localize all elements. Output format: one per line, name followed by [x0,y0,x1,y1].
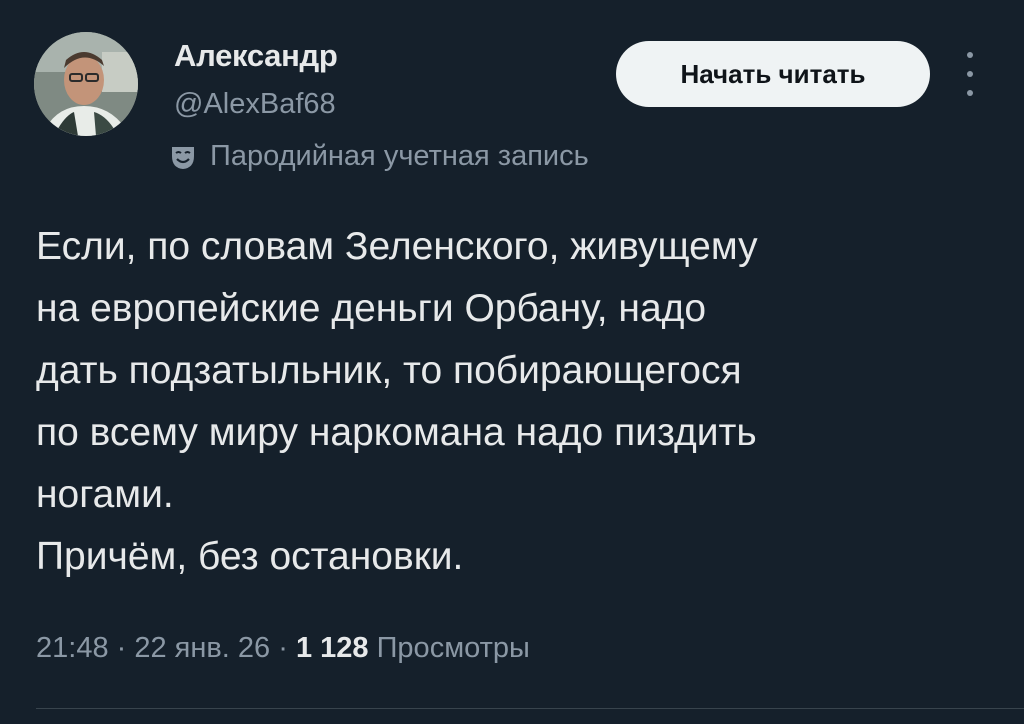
tweet-text-line: Причём, без остановки. [36,535,464,578]
tweet-text-line: Если, по словам Зеленского, живущему [36,225,758,268]
parody-label-text: Пародийная учетная запись [210,140,589,172]
follow-button[interactable]: Начать читать [616,41,930,107]
divider [36,708,1024,709]
meta-separator: · [108,632,135,664]
tweet-text-line: дать подзатыльник, то побирающегося [36,349,742,392]
tweet-meta: 21:48 · 22 янв. 26 · 1 128 Просмотры [36,632,530,665]
tweet-text-line: на европейские деньги Орбану, надо [36,287,707,330]
avatar[interactable] [34,32,138,136]
tweet-date[interactable]: 22 янв. 26 [134,632,270,664]
author-name[interactable]: Александр [174,38,338,74]
meta-separator: · [270,632,296,664]
tweet-text-line: ногами. [36,473,174,516]
tweet-text-line: по всему миру наркомана надо пиздить [36,411,757,454]
tweet-time[interactable]: 21:48 [36,632,109,664]
theater-mask-icon [168,142,198,172]
author-handle[interactable]: @AlexBaf68 [174,88,336,121]
tweet-text: Если, по словам Зеленского, живущему на … [36,216,996,588]
tweet: Александр @AlexBaf68 Пародийная учетная … [0,0,1024,724]
avatar-photo [34,32,138,136]
parody-label: Пародийная учетная запись [168,140,589,173]
more-options-icon[interactable] [958,52,982,96]
views-count: 1 128 [295,632,369,664]
views-label: Просмотры [368,632,530,664]
